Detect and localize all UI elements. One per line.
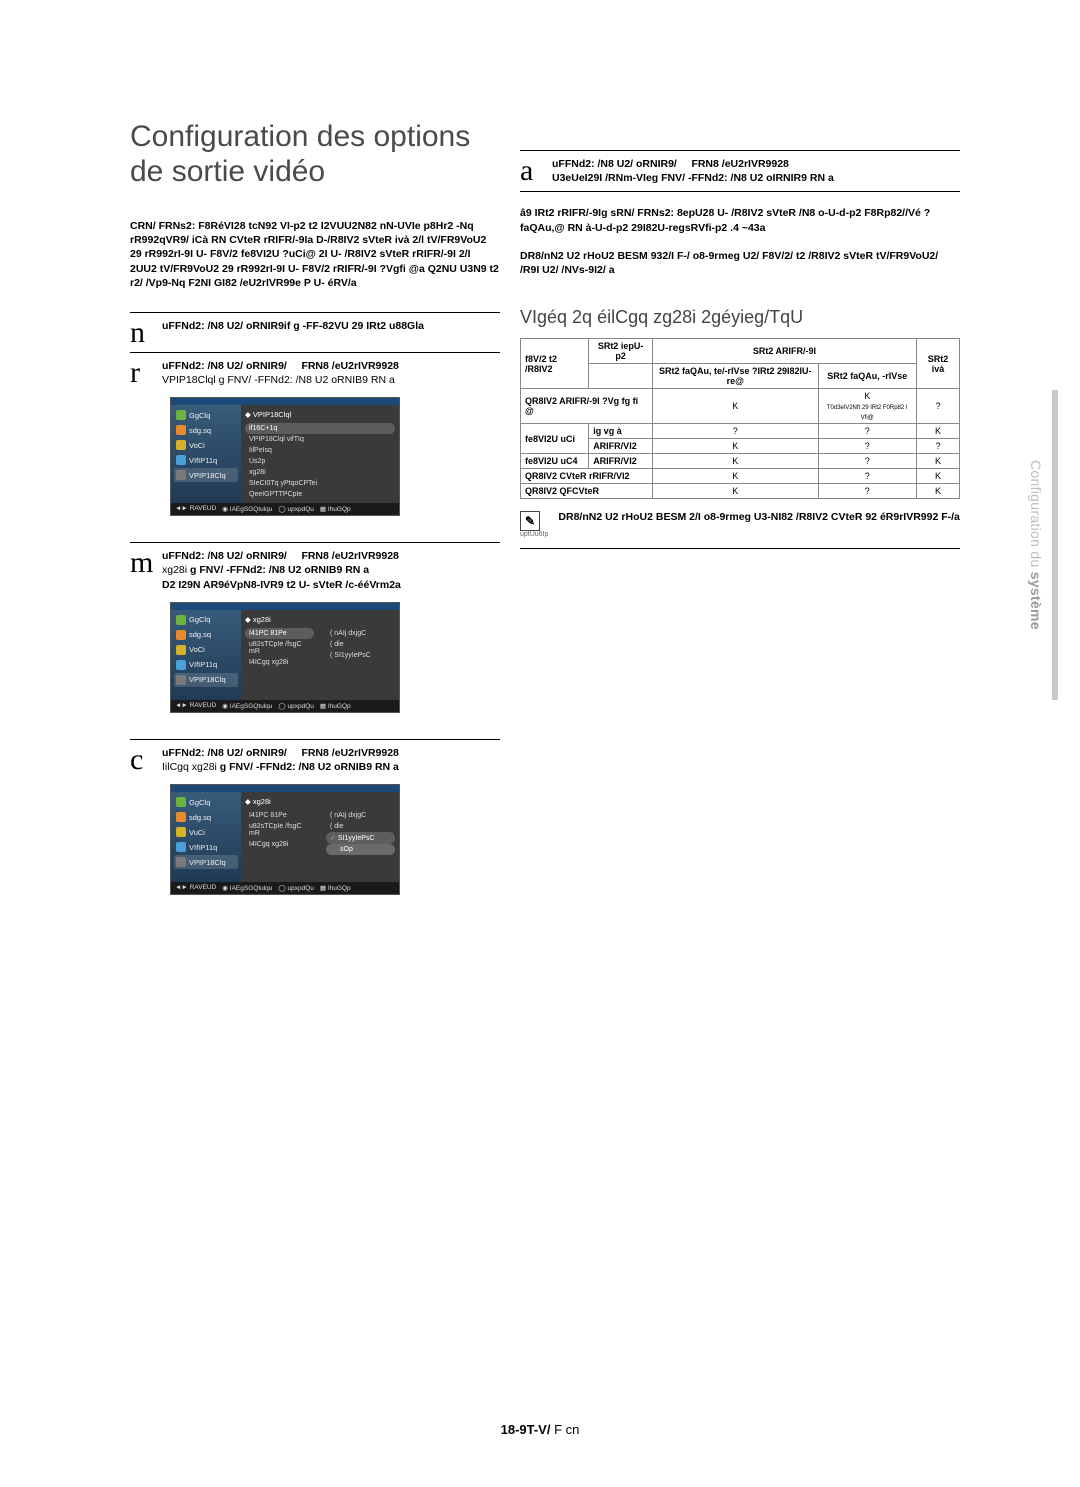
divider (130, 739, 500, 740)
divider (520, 548, 960, 549)
bottom-note: ✎ uptUu6Ip DR8/nN2 U2 rHoU2 BESM 2/I o8-… (520, 511, 960, 538)
intro-text: CRN/ FRNs2: F8RéVI28 tcN92 VI-p2 t2 I2VU… (130, 219, 500, 290)
step-text: FRN8 /eU2rIVR9928 (301, 360, 398, 372)
step-number: a (520, 157, 544, 185)
right-note-1: â9 IRt2 rRIFR/-9Ig sRN/ FRNs2: 8epU28 U-… (520, 206, 960, 234)
step-text: uFFNd2: /N8 U2/ oRNIR9/ (162, 550, 287, 562)
step-text: FRN8 /eU2rIVR9928 (301, 747, 398, 759)
step-text: uFFNd2: /N8 U2/ oRNIR9/ (162, 360, 287, 372)
step-subtext: g FNV/ -FFNd2: /N8 U2 oRNIB9 RN a (220, 761, 399, 773)
step-text: FRN8 /eU2rIVR9928 (301, 550, 398, 562)
step-subtext2: D2 I29N AR9éVpN8-IVR9 t2 U- sVteR /c-ééV… (162, 579, 401, 591)
step-prefix: IilCgq xg28i (162, 761, 217, 773)
step-n: n uFFNd2: /N8 U2/ oRNIR9if g -FF-82VU 29… (130, 319, 500, 346)
step-subtext: VPIP18Clql g FNV/ -FFNd2: /N8 U2 oRNIB9 … (162, 374, 395, 386)
note-text: DR8/nN2 U2 rHoU2 BESM 2/I o8-9rmeg U3-NI… (558, 511, 959, 538)
compatibility-table: f8V/2 t2 /R8IV2 SRt2 iepU-p2 SRt2 ARIFR/… (520, 338, 960, 499)
divider (520, 191, 960, 192)
divider (130, 312, 500, 313)
right-note-2: DR8/nN2 U2 rHoU2 BESM 932/I F-/ o8-9rmeg… (520, 249, 960, 277)
note-icon: ✎ (520, 511, 540, 531)
step-text: FRN8 /eU2rIVR9928 (691, 158, 788, 170)
page-number: 18-9T-V/ F cn (0, 1422, 1080, 1437)
step-text: uFFNd2: /N8 U2/ oRNIR9if (162, 320, 290, 332)
step-number: m (130, 549, 154, 592)
step-text: g -FF-82VU 29 IRt2 u88Gla (293, 320, 424, 332)
page-title: Configuration des options de sortie vidé… (130, 120, 500, 189)
step-number: c (130, 746, 154, 774)
divider (130, 352, 500, 353)
step-c: c uFFNd2: /N8 U2/ oRNIR9/ FRN8 /eU2rIVR9… (130, 746, 500, 774)
step-subtext: U3eUeI29I /RNm-VIeg FNV/ -FFNd2: /N8 U2 … (552, 172, 834, 184)
step-a: a uFFNd2: /N8 U2/ oRNIR9/ FRN8 /eU2rIVR9… (520, 157, 960, 185)
screenshot-3: GgClq sdg.sq VuCi VIfIP11q VPIP18Clq ◆ x… (170, 784, 400, 895)
step-subtext: g FNV/ -FFNd2: /N8 U2 oRNIB9 RN a (190, 564, 369, 576)
divider (520, 150, 960, 151)
step-text: uFFNd2: /N8 U2/ oRNIR9/ (552, 158, 677, 170)
step-number: n (130, 319, 154, 346)
note-sublabel: uptUu6Ip (520, 531, 548, 538)
screenshot-1: GgClq sdg.sq VoCi VIfIP11q VPIP18Clq ◆ V… (170, 397, 400, 516)
step-r: r uFFNd2: /N8 U2/ oRNIR9/ FRN8 /eU2rIVR9… (130, 359, 500, 387)
step-text: uFFNd2: /N8 U2/ oRNIR9/ (162, 747, 287, 759)
side-tab-bar (1052, 390, 1058, 700)
step-prefix: xg28i (162, 564, 187, 576)
side-tab-label: Configuration du système (1028, 460, 1044, 630)
divider (130, 542, 500, 543)
step-m: m uFFNd2: /N8 U2/ oRNIR9/ FRN8 /eU2rIVR9… (130, 549, 500, 592)
screenshot-2: GgClq sdg.sq VoCi VIfIP11q VPIP18Clq ◆ x… (170, 602, 400, 713)
step-number: r (130, 359, 154, 387)
table-title: VIgéq 2q éilCgq zg28i 2géyieg/TqU (520, 307, 960, 328)
